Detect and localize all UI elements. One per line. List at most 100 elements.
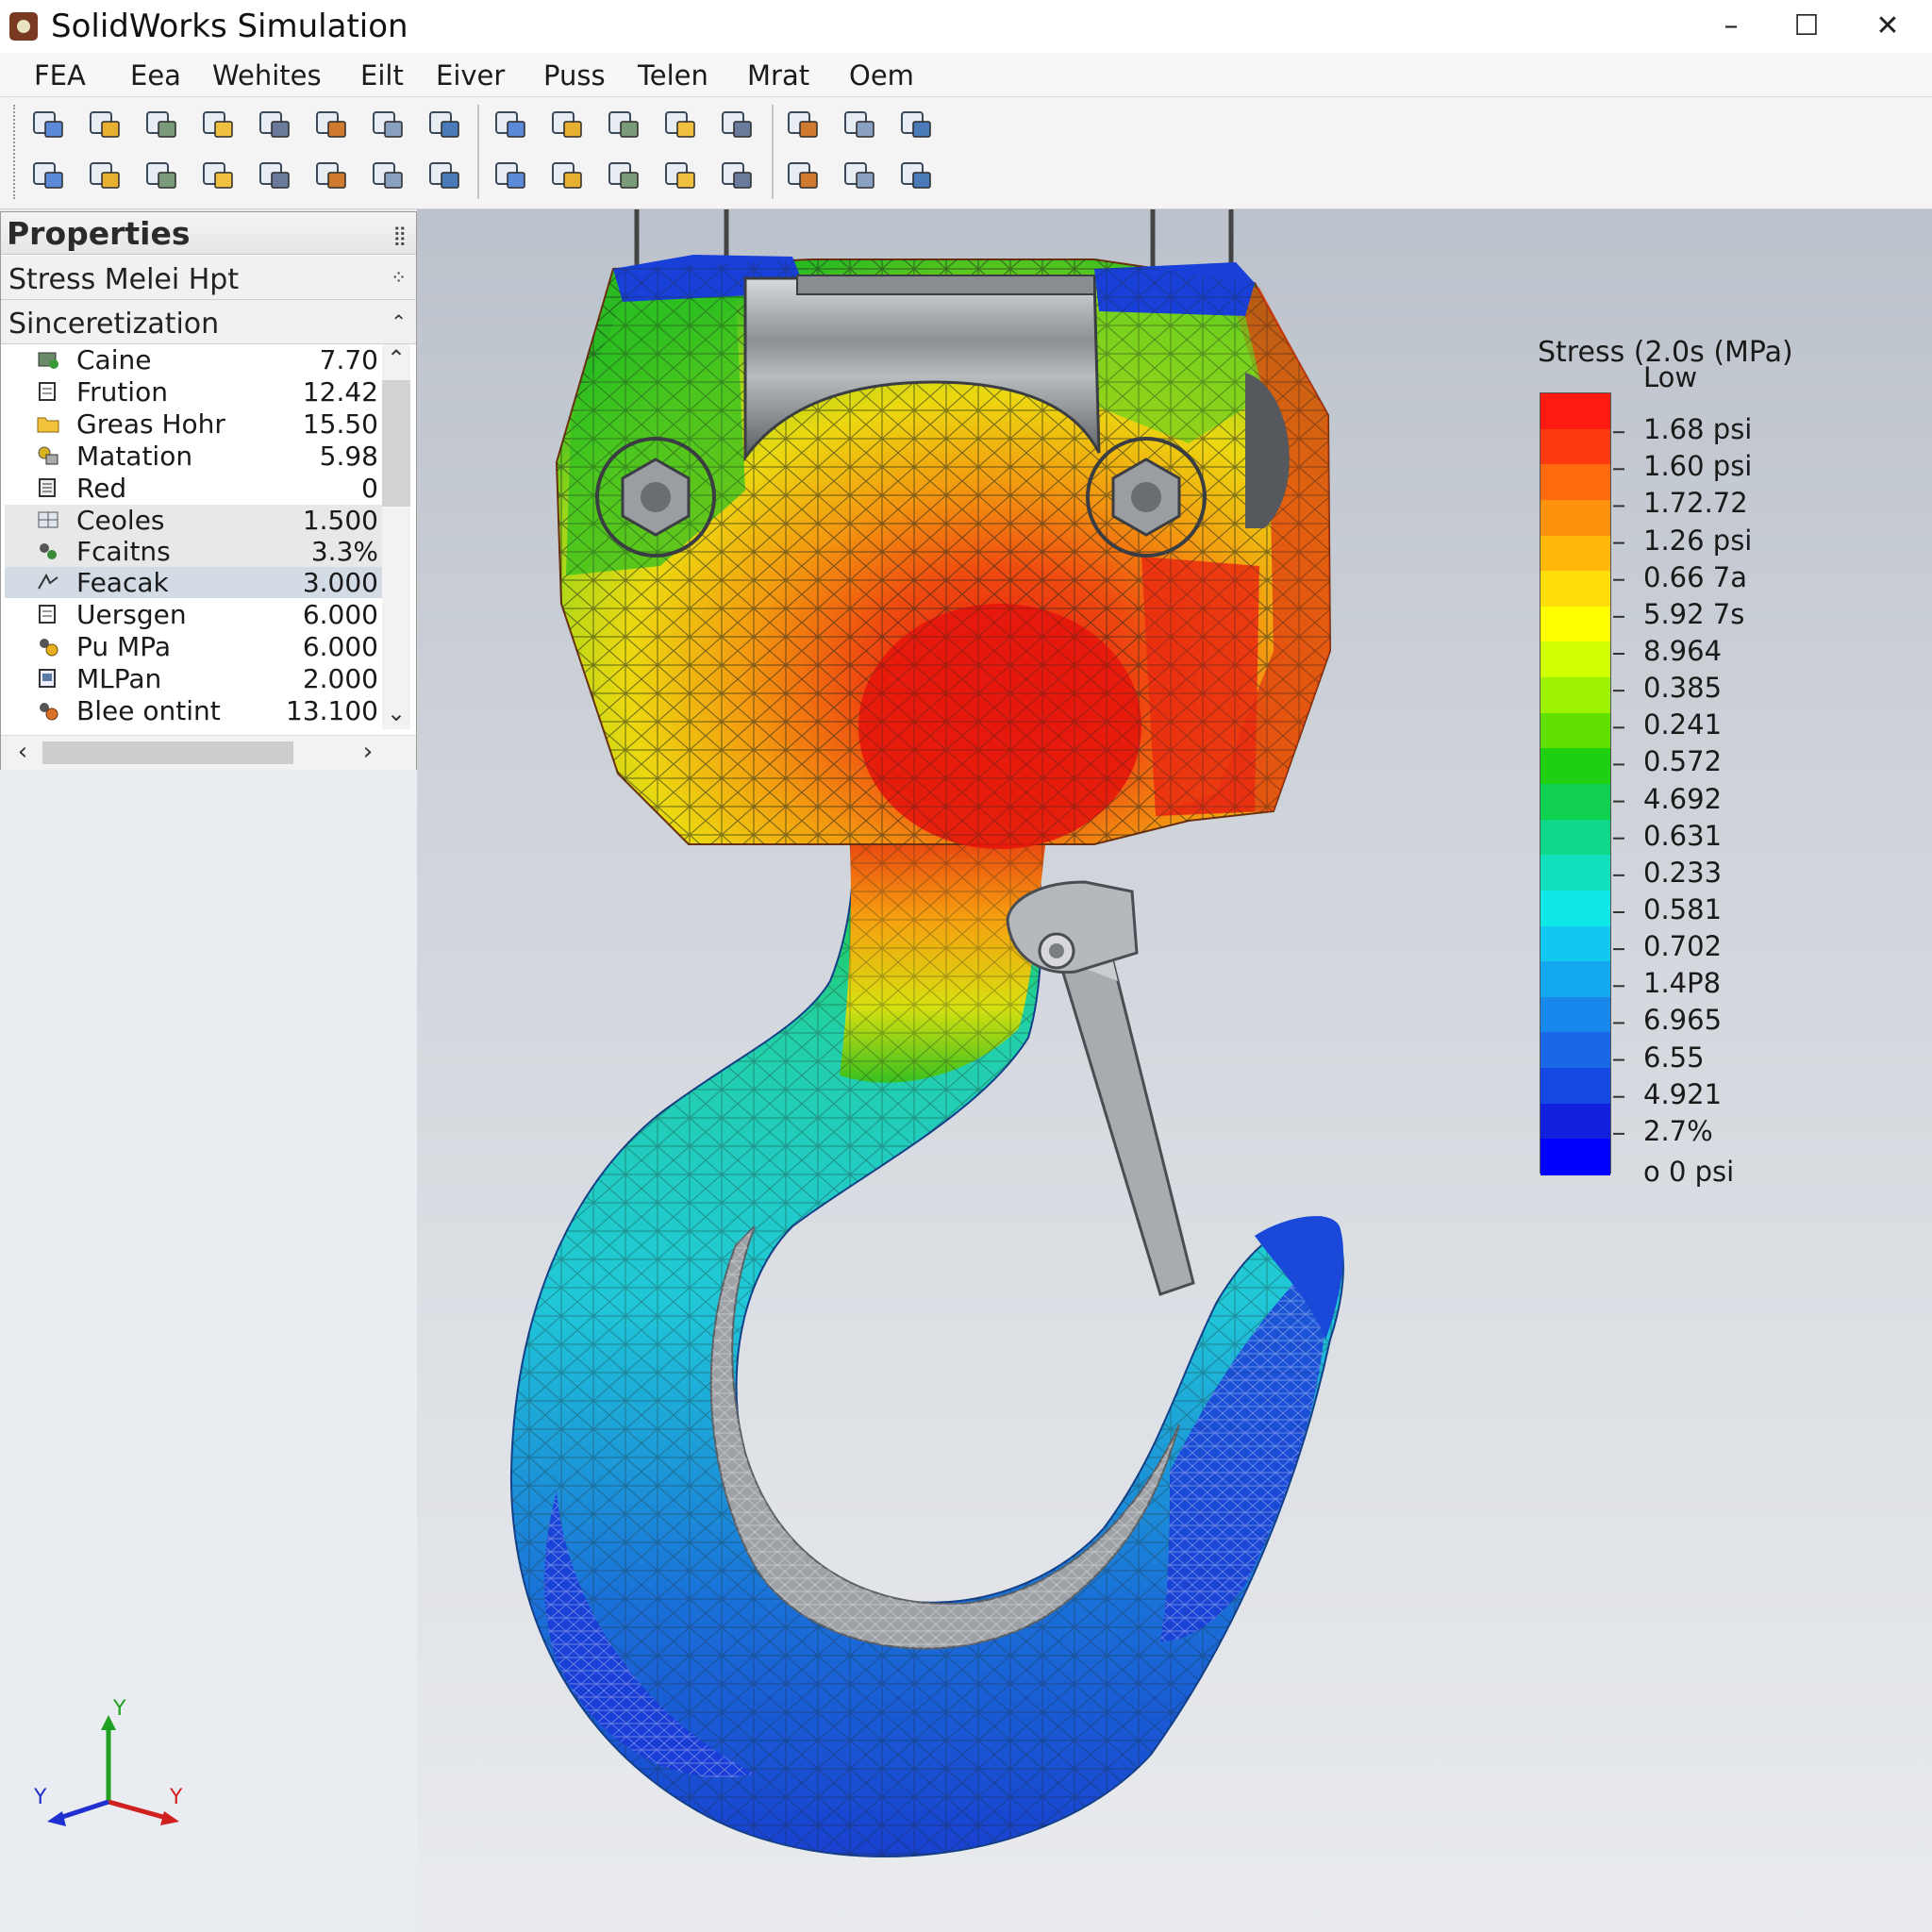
load-icon[interactable]	[368, 105, 409, 146]
vertical-scrollbar[interactable]: ⌃ ⌄	[382, 344, 410, 729]
safety-latch[interactable]	[1006, 880, 1195, 1296]
export-icon[interactable]	[491, 156, 532, 197]
scroll-right-icon[interactable]: ›	[354, 738, 382, 766]
legend-color-step	[1541, 961, 1610, 998]
split-icon[interactable]	[255, 156, 296, 197]
section-header-stress[interactable]: Stress Melei Hpt ⁘	[1, 256, 416, 300]
list-item[interactable]: Caine 7.70	[5, 344, 382, 375]
property-list: Caine 7.70 Frution 12.42 Greas Hohr 15.50 M…	[1, 344, 416, 729]
compare-icon[interactable]	[198, 156, 240, 197]
scroll-thumb[interactable]	[382, 380, 410, 507]
result-icon[interactable]	[311, 156, 353, 197]
contact-icon[interactable]	[85, 156, 126, 197]
sphere-icon[interactable]	[896, 156, 938, 197]
x-axis-label: Y	[169, 1786, 183, 1809]
chart-icon[interactable]	[547, 156, 589, 197]
legend-label: 8.964	[1643, 635, 1723, 667]
fixture-icon[interactable]	[311, 105, 353, 146]
list-item[interactable]: Ceoles 1.500	[5, 505, 382, 536]
list-icon[interactable]	[604, 105, 645, 146]
hammer-icon[interactable]	[660, 105, 702, 146]
deform-icon[interactable]	[660, 156, 702, 197]
legend-label: 4.921	[1643, 1077, 1723, 1110]
close-button[interactable]: ✕	[1855, 4, 1921, 49]
collapse-icon[interactable]: ⌃	[391, 310, 407, 333]
horizontal-scrollbar[interactable]: ‹ ›	[1, 735, 416, 770]
legend-color-step	[1541, 606, 1610, 643]
legend-color-step	[1541, 1068, 1610, 1105]
list-item[interactable]: Pu MPa 6.000	[5, 631, 382, 662]
new-study-icon[interactable]	[28, 105, 70, 146]
z-axis-arrow	[47, 1811, 66, 1826]
z-axis-label: Y	[33, 1786, 47, 1809]
axis-triad[interactable]: Y Y Y	[28, 1698, 198, 1849]
grid-icon[interactable]: ⣿	[392, 224, 407, 246]
force-icon[interactable]	[491, 105, 532, 146]
explode-icon[interactable]	[547, 105, 589, 146]
material-icon[interactable]	[142, 105, 183, 146]
legend-color-step	[1541, 925, 1610, 963]
scroll-left-icon[interactable]: ‹	[8, 738, 37, 766]
list-item[interactable]: Blee ontint 13.100	[5, 695, 382, 726]
list-item[interactable]: Uersgen 6.000	[5, 599, 382, 630]
row-value: 5.98	[319, 441, 378, 472]
legend-color-step	[1541, 890, 1610, 927]
menu-bar: FEA Eea Wehites Eilt Eiver Puss Telen Mr…	[0, 53, 1932, 97]
scroll-down-icon[interactable]: ⌄	[382, 699, 410, 727]
legend-color-step	[1541, 1032, 1610, 1070]
feature-icon	[37, 572, 59, 592]
settings-icon[interactable]	[840, 156, 881, 197]
row-label: Blee ontint	[76, 695, 221, 726]
plot-icon[interactable]	[368, 156, 409, 197]
legend-label: 2.7%	[1643, 1114, 1713, 1147]
menu-item-5[interactable]: Eiver	[436, 59, 505, 92]
legend-label: 0.233	[1643, 856, 1723, 889]
measure-icon[interactable]	[783, 105, 824, 146]
probe-icon[interactable]	[717, 105, 758, 146]
report-icon[interactable]	[142, 156, 183, 197]
clipboard-icon[interactable]	[604, 156, 645, 197]
wrench-icon[interactable]	[717, 156, 758, 197]
list-item[interactable]: Matation 5.98	[5, 441, 382, 472]
minimize-button[interactable]: –	[1698, 4, 1764, 49]
mesh-icon[interactable]	[85, 105, 126, 146]
list-item[interactable]: Red 0	[5, 473, 382, 504]
shell-icon[interactable]	[28, 156, 70, 197]
options-icon[interactable]	[783, 156, 824, 197]
menu-item-9[interactable]: Oem	[849, 59, 914, 92]
row-label: Frution	[76, 376, 168, 408]
menu-item-8[interactable]: Mrat	[747, 59, 809, 92]
row-value: 7.70	[319, 344, 378, 375]
list-item[interactable]: Frution 12.42	[5, 376, 382, 408]
title-bar: SolidWorks Simulation – ☐ ✕	[0, 0, 1932, 54]
legend-color-step	[1541, 428, 1610, 466]
section-icon[interactable]	[840, 105, 881, 146]
menu-item-6[interactable]: Puss	[543, 59, 606, 92]
part-icon[interactable]	[255, 105, 296, 146]
folder-icon[interactable]	[198, 105, 240, 146]
scroll-thumb[interactable]	[42, 741, 293, 764]
scroll-up-icon[interactable]: ⌃	[382, 344, 410, 373]
animate-icon[interactable]	[425, 156, 466, 197]
menu-item-2[interactable]: Eea	[130, 59, 181, 92]
row-value: 0	[361, 473, 378, 504]
copy-icon[interactable]	[896, 105, 938, 146]
list-item[interactable]: MLPan 2.000	[5, 663, 382, 694]
expand-icon[interactable]: ⁘	[391, 266, 407, 289]
section-header-discretization[interactable]: Sinceretization ⌃	[1, 300, 416, 344]
menu-item-7[interactable]: Telen	[638, 59, 708, 92]
row-label: Pu MPa	[76, 631, 171, 662]
list-item[interactable]: Fcaitns 3.3%	[5, 536, 382, 567]
mesh-icon	[37, 509, 59, 530]
menu-item-fea[interactable]: FEA	[34, 59, 86, 92]
legend-label: 5.92 7s	[1643, 597, 1745, 630]
legend-label: 1.4P8	[1643, 967, 1722, 1000]
list-item[interactable]: Feacak 3.000	[5, 567, 382, 598]
menu-item-3[interactable]: Wehites	[212, 59, 322, 92]
stress-color-scale	[1540, 392, 1611, 1175]
row-value: 1.500	[302, 505, 378, 536]
menu-item-4[interactable]: Eilt	[360, 59, 404, 92]
connector-icon[interactable]	[425, 105, 466, 146]
maximize-button[interactable]: ☐	[1774, 4, 1840, 49]
list-item[interactable]: Greas Hohr 15.50	[5, 408, 382, 440]
